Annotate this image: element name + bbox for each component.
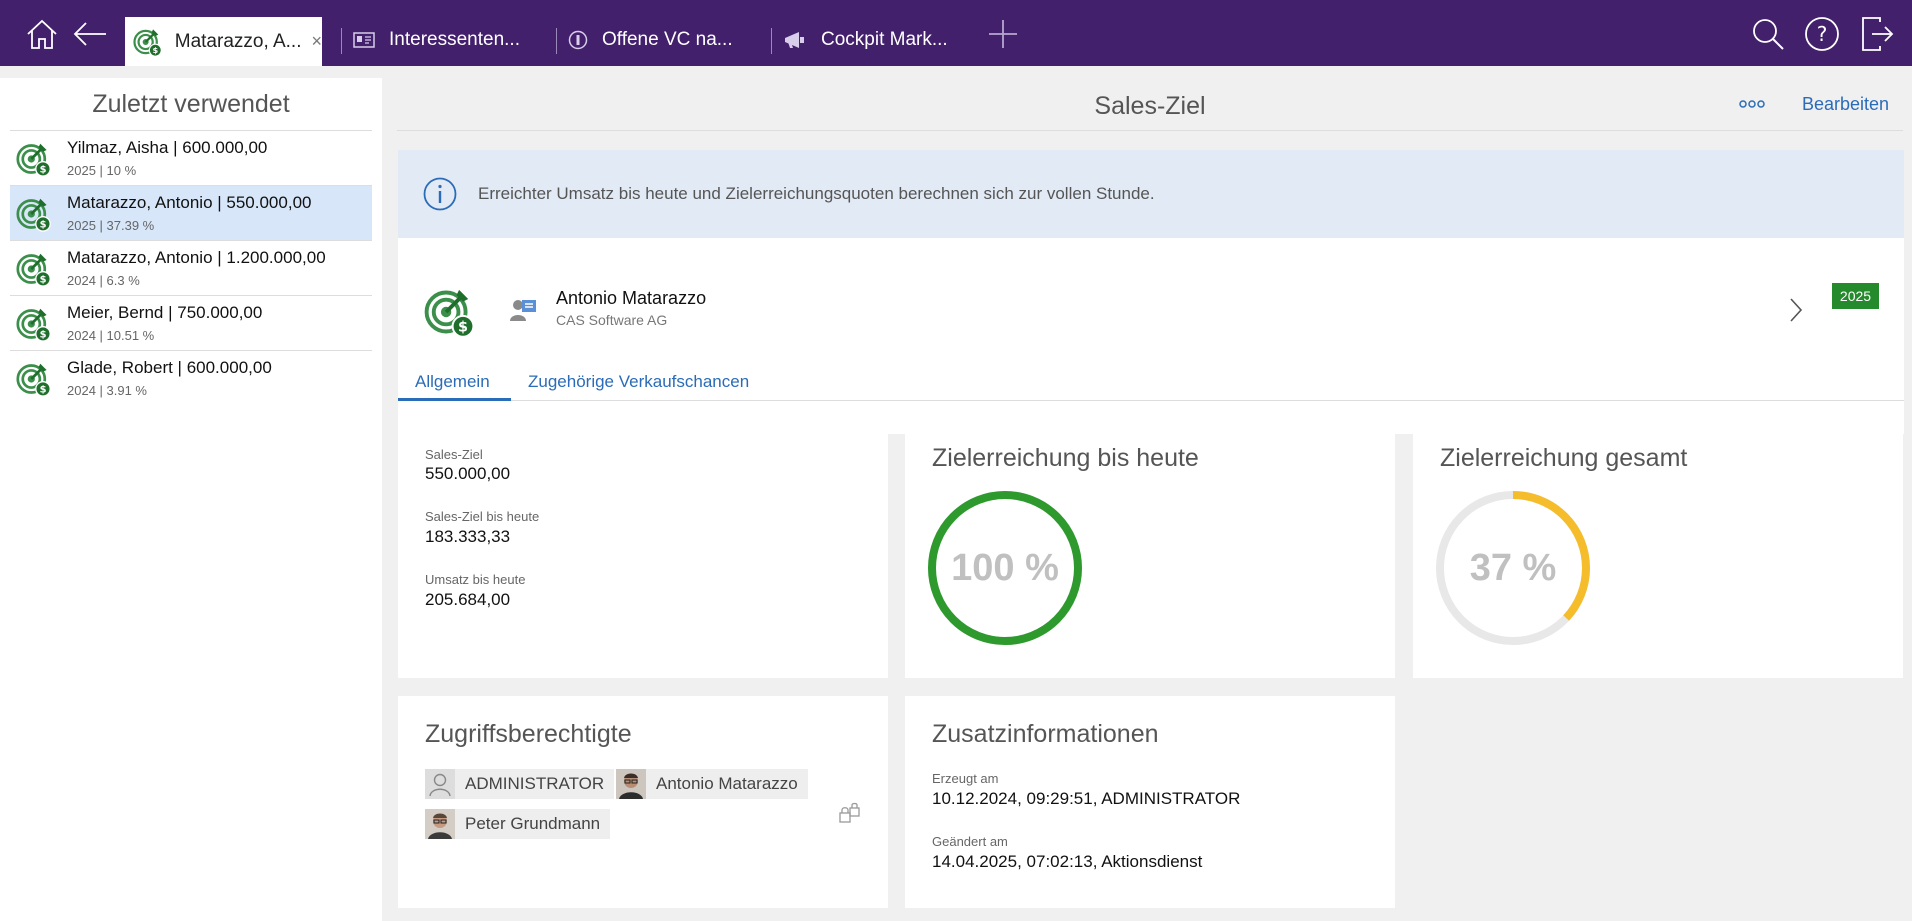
permissions-icon[interactable] xyxy=(838,802,862,826)
recent-item-title: Glade, Robert | 600.000,00 xyxy=(67,358,272,377)
home-icon[interactable] xyxy=(22,14,62,54)
sales-target-icon xyxy=(16,251,52,287)
record-header: Antonio Matarazzo CAS Software AG 2025 xyxy=(398,238,1904,434)
tab-offene-vc[interactable]: Offene VC na... xyxy=(556,14,761,66)
sales-target-label: Sales-Ziel xyxy=(425,447,483,462)
created-label: Erzeugt am xyxy=(932,771,999,786)
record-company: CAS Software AG xyxy=(556,312,668,328)
tab-allgemein[interactable]: Allgemein xyxy=(415,372,490,392)
chevron-right-icon[interactable] xyxy=(1788,296,1804,324)
card-title: Zugriffsberechtigte xyxy=(425,720,632,748)
divider xyxy=(397,130,1903,131)
access-name: Peter Grundmann xyxy=(465,814,601,833)
tab-cockpit-marketing[interactable]: Cockpit Mark... xyxy=(771,14,976,66)
revenue-today-label: Umsatz bis heute xyxy=(425,572,526,587)
megaphone-icon xyxy=(785,32,804,48)
access-chip[interactable]: Peter Grundmann xyxy=(425,809,611,839)
sales-target-value: 550.000,00 xyxy=(425,464,511,483)
sales-target-icon xyxy=(16,361,52,397)
sales-target-icon xyxy=(424,286,476,338)
back-arrow-icon[interactable] xyxy=(70,14,110,54)
logout-icon[interactable] xyxy=(1857,14,1897,54)
recent-item[interactable]: Yilmaz, Aisha | 600.000,00 2025 | 10 % xyxy=(10,130,372,185)
gauge-today-card: Zielerreichung bis heute 100 % xyxy=(905,420,1395,678)
sales-target-today-label: Sales-Ziel bis heute xyxy=(425,509,540,524)
card-title: Zielerreichung gesamt xyxy=(1440,444,1688,472)
recent-item[interactable]: Glade, Robert | 600.000,00 2024 | 3.91 % xyxy=(10,350,372,405)
svg-text:?: ? xyxy=(1817,22,1828,46)
access-chip[interactable]: Antonio Matarazzo xyxy=(616,769,808,799)
sales-target-icon xyxy=(133,24,163,60)
revenue-today-value: 205.684,00 xyxy=(425,590,511,609)
tab-label: Interessenten... xyxy=(389,29,520,50)
recently-used-panel: Zuletzt verwendet Yilmaz, Aisha | 600.00… xyxy=(0,78,382,921)
info-banner: Erreichter Umsatz bis heute und Zielerre… xyxy=(398,150,1904,238)
top-navigation-bar: Matarazzo, A... × Interessenten... Offen… xyxy=(0,0,1912,66)
recent-item-subtitle: 2024 | 3.91 % xyxy=(67,383,147,398)
tab-separator xyxy=(556,28,557,54)
sales-target-today-value: 183.333,33 xyxy=(425,527,511,546)
access-name: Antonio Matarazzo xyxy=(656,774,798,793)
tab-label: Cockpit Mark... xyxy=(821,29,948,50)
recent-item-title: Matarazzo, Antonio | 1.200.000,00 xyxy=(67,248,326,267)
sales-target-icon xyxy=(16,306,52,342)
user-placeholder-icon xyxy=(425,769,455,799)
edit-button[interactable]: Bearbeiten xyxy=(1802,94,1889,115)
main-content: Sales-Ziel Bearbeiten Erreichter Umsatz … xyxy=(397,78,1912,921)
card-title: Zielerreichung bis heute xyxy=(932,444,1199,472)
tab-separator xyxy=(771,28,772,54)
panel-title: Zuletzt verwendet xyxy=(92,90,290,118)
add-tab-icon[interactable] xyxy=(983,14,1023,54)
recent-item[interactable]: Meier, Bernd | 750.000,00 2024 | 10.51 % xyxy=(10,295,372,350)
recent-item-subtitle: 2024 | 10.51 % xyxy=(67,328,155,343)
sales-target-icon xyxy=(16,141,52,177)
tab-label: Matarazzo, A... xyxy=(174,30,302,52)
tab-separator xyxy=(341,28,342,54)
sales-fields-card: Sales-Ziel 550.000,00 Sales-Ziel bis heu… xyxy=(398,420,888,678)
recent-item-title: Yilmaz, Aisha | 600.000,00 xyxy=(67,138,268,157)
gauge-value: 37 % xyxy=(1470,547,1557,589)
card-title: Zusatzinformationen xyxy=(932,720,1159,748)
page-title: Sales-Ziel xyxy=(1094,92,1206,120)
more-options-icon[interactable] xyxy=(1737,94,1767,114)
tab-verkaufschancen[interactable]: Zugehörige Verkaufschancen xyxy=(528,372,749,392)
search-icon[interactable] xyxy=(1748,14,1788,54)
avatar xyxy=(616,769,646,799)
info-text: Erreichter Umsatz bis heute und Zielerre… xyxy=(478,184,1155,203)
record-name[interactable]: Antonio Matarazzo xyxy=(556,288,706,309)
tab-sales-target[interactable]: Matarazzo, A... × xyxy=(125,14,322,66)
recent-item-title: Matarazzo, Antonio | 550.000,00 xyxy=(67,193,312,212)
extra-info-card: Zusatzinformationen Erzeugt am 10.12.202… xyxy=(905,696,1395,908)
access-name: ADMINISTRATOR xyxy=(465,774,605,793)
recent-item-title: Meier, Bernd | 750.000,00 xyxy=(67,303,263,322)
recent-item-subtitle: 2024 | 6.3 % xyxy=(67,273,140,288)
recent-item-subtitle: 2025 | 10 % xyxy=(67,163,137,178)
changed-value: 14.04.2025, 07:02:13, Aktionsdienst xyxy=(932,852,1203,871)
contact-card-icon xyxy=(353,32,375,48)
recent-item[interactable]: Matarazzo, Antonio | 1.200.000,00 2024 |… xyxy=(10,240,372,295)
contact-card-icon xyxy=(510,300,536,321)
circle-info-icon xyxy=(568,30,588,50)
divider xyxy=(398,400,1904,401)
avatar xyxy=(425,809,455,839)
gauge-total-card: Zielerreichung gesamt 37 % xyxy=(1413,420,1903,678)
sales-target-icon xyxy=(16,196,52,232)
help-icon[interactable]: ? xyxy=(1802,14,1842,54)
active-tab-indicator xyxy=(398,398,511,401)
tab-interessenten[interactable]: Interessenten... xyxy=(341,14,546,66)
gauge-today: 100 % xyxy=(928,491,1082,645)
gauge-total: 37 % xyxy=(1436,491,1590,645)
info-icon xyxy=(423,177,457,211)
recent-item[interactable]: Matarazzo, Antonio | 550.000,00 2025 | 3… xyxy=(10,185,372,240)
created-value: 10.12.2024, 09:29:51, ADMINISTRATOR xyxy=(932,789,1241,808)
year-badge: 2025 xyxy=(1832,283,1879,309)
close-icon[interactable]: × xyxy=(311,31,322,52)
access-chip[interactable]: ADMINISTRATOR xyxy=(425,769,615,799)
gauge-value: 100 % xyxy=(951,547,1059,589)
changed-label: Geändert am xyxy=(932,834,1008,849)
recent-item-subtitle: 2025 | 37.39 % xyxy=(67,218,155,233)
access-card: Zugriffsberechtigte ADMINISTRATOR Antoni… xyxy=(398,696,888,908)
tab-label: Offene VC na... xyxy=(602,29,733,50)
